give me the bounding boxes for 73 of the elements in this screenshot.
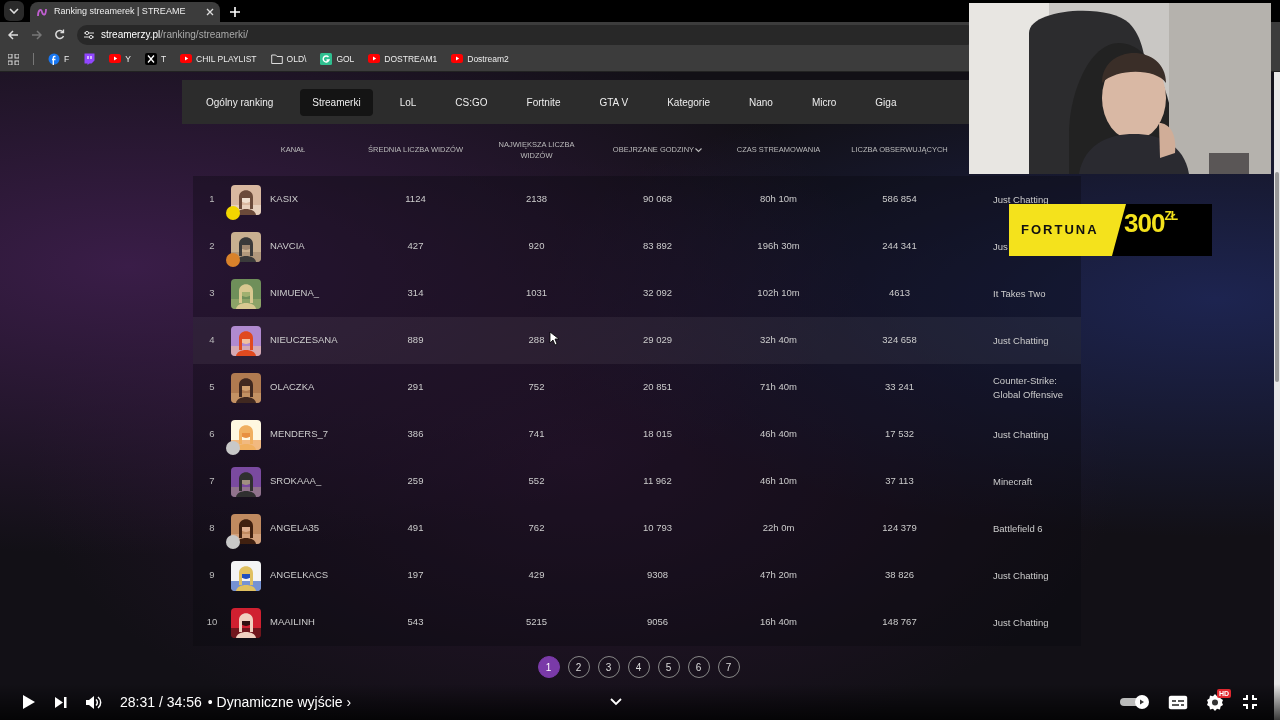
rank-cell-text: 6 (208, 427, 216, 442)
table-cell: 16h 40m (760, 615, 797, 630)
rank-cell-text: 3 (208, 286, 216, 301)
game-cell-text: Just Chatting (992, 333, 1050, 348)
table-cell: 244 341 (882, 239, 917, 254)
table-cell: 324 658 (882, 333, 917, 348)
table-cell: 102h 10m (757, 286, 800, 301)
table-cell: 920 (528, 239, 545, 254)
table-cell: 46h 10m (760, 474, 797, 489)
table-cell: 196h 30m (757, 239, 800, 254)
table-cell: 20 851 (642, 380, 673, 395)
table-cell: 22h 0m (762, 521, 795, 536)
rank-cell-text: 7 (208, 474, 216, 489)
table-cell: 32h 40m (760, 333, 797, 348)
game-cell-text: Counter-Strike: Global Offensive (992, 373, 1065, 402)
rank-cell-text: 5 (208, 380, 216, 395)
table-cell: 83 892 (642, 239, 673, 254)
table-cell: 552 (528, 474, 545, 489)
table-cell: 124 379 (882, 521, 917, 536)
game-cell-text: Just Chatting (992, 192, 1050, 207)
table-cell: 29 029 (642, 333, 673, 348)
table-cell: 314 (407, 286, 424, 301)
game-cell-text: It Takes Two (992, 286, 1047, 301)
table-cell: 46h 40m (760, 427, 797, 442)
table-cell: 386 (407, 427, 424, 442)
table-cell: 5215 (525, 615, 548, 630)
game-cell-text: Jus (992, 239, 1009, 254)
ad-brand: FORTUNA (1021, 221, 1099, 240)
table-cell: 762 (528, 521, 545, 536)
rank-cell-text: 8 (208, 521, 216, 536)
table-cell: 47h 20m (760, 568, 797, 583)
table-cell: 259 (407, 474, 424, 489)
game-cell-text: Minecraft (992, 474, 1034, 489)
rank-cell-text: 2 (208, 239, 216, 254)
table-cell: 543 (407, 615, 424, 630)
table-cell: 18 015 (642, 427, 673, 442)
table-cell: 37 113 (885, 474, 914, 489)
table-cell: 1031 (525, 286, 548, 301)
table-cell: 38 826 (884, 568, 915, 583)
rank-cell-text: 1 (208, 192, 216, 207)
table-cell: 752 (528, 380, 545, 395)
table-cell: 2138 (525, 192, 548, 207)
game-cell-text: Just Chatting (992, 427, 1050, 442)
table-cell: 491 (407, 521, 424, 536)
table-cell: 586 854 (882, 192, 917, 207)
table-cell: 429 (528, 568, 545, 583)
table-cell: 197 (407, 568, 424, 583)
rank-cell-text: 9 (208, 568, 216, 583)
table-cell: 148 767 (882, 615, 917, 630)
table-cell: 33 241 (884, 380, 915, 395)
table-cell: 11 962 (643, 474, 672, 489)
table-cell: 1124 (405, 192, 426, 207)
game-cell-text: Battlefield 6 (992, 521, 1044, 536)
time-display: 28:31 / 34:56 (120, 692, 202, 712)
table-cell: 427 (407, 239, 424, 254)
table-cell: 71h 40m (760, 380, 797, 395)
ad-amount: 300$^{ZŁ}$ (1124, 210, 1178, 240)
table-cell: 9056 (646, 615, 669, 630)
table-cell: 90 068 (642, 192, 673, 207)
table-cell: 889 (407, 333, 424, 348)
table-cell: 291 (407, 380, 424, 395)
rank-cell-text: 4 (208, 333, 216, 348)
table-cell: 288 (528, 333, 545, 348)
table-cell: 741 (528, 427, 545, 442)
rank-cell-text: 10 (205, 615, 219, 630)
game-cell-text: Just Chatting (992, 568, 1050, 583)
table-cell: 80h 10m (760, 192, 797, 207)
table-cell: 4613 (888, 286, 911, 301)
table-cell: 32 092 (642, 286, 673, 301)
table-cell: 9308 (646, 568, 669, 583)
table-cell: 10 793 (642, 521, 673, 536)
table-cell: 17 532 (884, 427, 915, 442)
game-cell-text: Just Chatting (992, 615, 1050, 630)
